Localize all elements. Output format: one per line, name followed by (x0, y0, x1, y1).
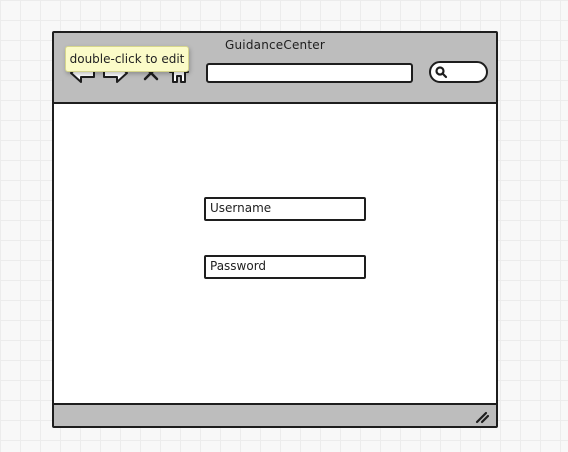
username-placeholder: Username (210, 201, 272, 215)
username-field[interactable]: Username (204, 197, 366, 221)
status-bar (54, 403, 496, 426)
address-bar[interactable] (206, 63, 413, 83)
search-icon (435, 66, 448, 79)
edit-tooltip: double-click to edit (65, 46, 189, 72)
browser-window-mockup: GuidanceCenter Username Password (52, 31, 498, 428)
search-button[interactable] (429, 61, 488, 83)
password-field[interactable]: Password (204, 255, 366, 279)
page-content: Username Password (54, 105, 496, 401)
resize-grip-icon[interactable] (474, 410, 490, 424)
password-placeholder: Password (210, 259, 267, 273)
